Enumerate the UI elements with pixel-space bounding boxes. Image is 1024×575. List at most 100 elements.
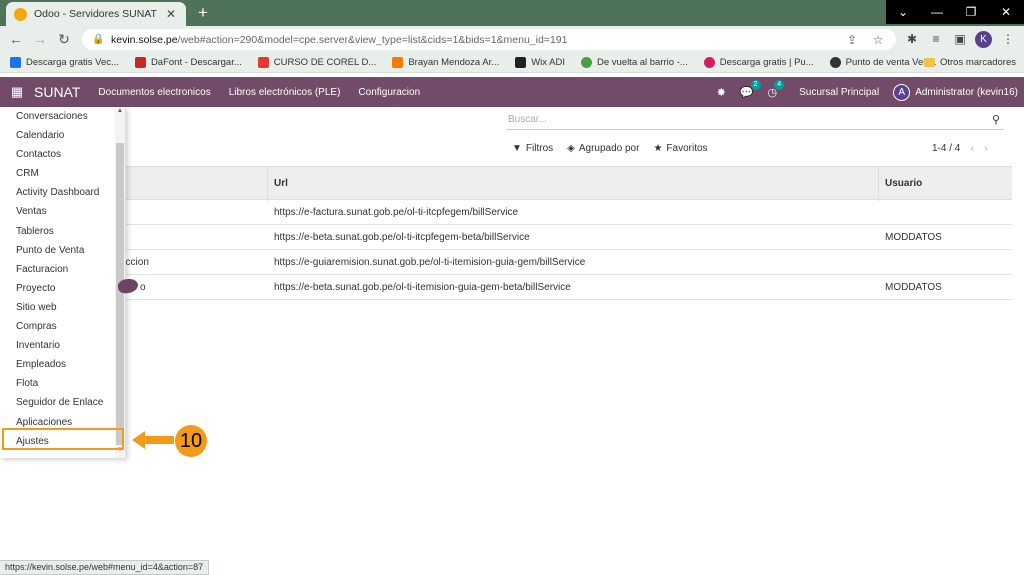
user-avatar: A: [893, 83, 911, 101]
bookmark-star-icon[interactable]: ☆: [870, 33, 886, 47]
menu-item-crm[interactable]: CRM: [0, 164, 125, 183]
bookmark-item[interactable]: Wix ADI: [515, 57, 565, 68]
odoo-navbar: ▦ SUNAT Documentos electronicos Libros e…: [0, 77, 1024, 107]
media-queue-icon[interactable]: ≡: [928, 31, 944, 47]
pager-next-icon[interactable]: ›: [984, 143, 988, 155]
back-arrow-icon[interactable]: ←: [6, 30, 26, 49]
lock-icon[interactable]: 🔒: [92, 34, 104, 45]
close-window-button[interactable]: ✕: [988, 0, 1024, 24]
reload-icon[interactable]: ↻: [54, 30, 74, 49]
debug-bug-icon[interactable]: ✸: [717, 86, 726, 99]
restore-button[interactable]: ❐: [954, 0, 988, 24]
bookmark-item[interactable]: DaFont - Descargar...: [134, 57, 242, 68]
servers-list-table: Url Usuario https://e-factura.sunat.gob.…: [0, 166, 1012, 300]
table-row[interactable]: o https://e-beta.sunat.gob.pe/ol-ti-item…: [0, 275, 1012, 300]
bookmark-item[interactable]: De vuelta al barrio -...: [580, 57, 688, 68]
column-header-url[interactable]: Url: [274, 167, 288, 201]
profile-avatar[interactable]: K: [975, 31, 992, 48]
menu-configuracion[interactable]: Configuracion: [358, 87, 420, 98]
filter-funnel-icon: ▼: [512, 143, 522, 154]
odoo-favicon-icon: [14, 7, 27, 21]
share-icon[interactable]: ⇪: [844, 33, 860, 47]
search-box[interactable]: Buscar... ⚲: [506, 110, 1004, 130]
chrome-menu-icon[interactable]: ⋮: [1000, 31, 1016, 47]
search-options: ▼ Filtros ◈ Agrupado por ★ Favoritos: [512, 143, 722, 154]
menu-documentos[interactable]: Documentos electronicos: [98, 87, 210, 98]
favorites-button[interactable]: ★ Favoritos: [653, 143, 707, 154]
bookmark-item[interactable]: Descarga gratis Vec...: [10, 57, 119, 68]
menu-item-empleados[interactable]: Empleados: [0, 355, 125, 374]
bookmark-favicon-icon: [134, 57, 146, 68]
menu-item-calendario[interactable]: Calendario: [0, 126, 125, 145]
url-text[interactable]: kevin.solse.pe/web#action=290&model=cpe.…: [111, 34, 834, 46]
apps-grid-icon[interactable]: ▦: [0, 84, 34, 100]
menu-item-conversaciones[interactable]: Conversaciones: [0, 107, 125, 126]
layers-icon: ◈: [567, 143, 575, 154]
tab-title: Odoo - Servidores SUNAT: [34, 8, 157, 20]
column-header-user[interactable]: Usuario: [885, 167, 922, 201]
menu-scrollbar-thumb[interactable]: [116, 143, 124, 445]
messages-chat-icon[interactable]: 💬 2: [740, 79, 761, 99]
search-input[interactable]: Buscar...: [506, 114, 988, 125]
new-tab-button[interactable]: +: [193, 3, 213, 23]
bookmark-favicon-icon: [829, 57, 841, 68]
menu-item-facturacion[interactable]: Facturacion: [0, 260, 125, 279]
user-menu[interactable]: A Administrator (kevin16): [893, 83, 1018, 101]
youtube-icon: [257, 57, 269, 68]
browser-tab-strip: Odoo - Servidores SUNAT ✕ + ⌄ — ❐ ✕: [0, 0, 1024, 26]
apps-dropdown-menu: Conversaciones Calendario Contactos CRM …: [0, 107, 126, 458]
menu-libros[interactable]: Libros electrónicos (PLE): [229, 87, 341, 98]
menu-item-activity-dashboard[interactable]: Activity Dashboard: [0, 183, 125, 202]
callout-arrow-icon: [132, 431, 174, 449]
menu-item-flota[interactable]: Flota: [0, 374, 125, 393]
extensions-puzzle-icon[interactable]: ✱: [904, 31, 920, 47]
menu-item-inventario[interactable]: Inventario: [0, 336, 125, 355]
filters-button[interactable]: ▼ Filtros: [512, 143, 553, 154]
bookmark-item[interactable]: Punto de venta Ven...: [829, 57, 936, 68]
table-row[interactable]: https://e-factura.sunat.gob.pe/ol-ti-itc…: [0, 200, 1012, 225]
messages-badge: 2: [750, 79, 761, 90]
search-icon[interactable]: ⚲: [988, 113, 1004, 126]
pager-previous-icon[interactable]: ‹: [970, 143, 974, 155]
group-by-button[interactable]: ◈ Agrupado por: [567, 143, 639, 154]
highlight-box: [2, 428, 124, 450]
menu-item-tableros[interactable]: Tableros: [0, 222, 125, 241]
bookmark-item[interactable]: CURSO DE COREL D...: [257, 57, 376, 68]
table-row[interactable]: https://e-beta.sunat.gob.pe/ol-ti-itcpfe…: [0, 225, 1012, 250]
address-bar[interactable]: 🔒 kevin.solse.pe/web#action=290&model=cp…: [82, 29, 896, 50]
cell-url: https://e-factura.sunat.gob.pe/ol-ti-itc…: [274, 207, 519, 218]
table-row[interactable]: uccion https://e-guiaremision.sunat.gob.…: [0, 250, 1012, 275]
menu-item-punto-de-venta[interactable]: Punto de Venta: [0, 241, 125, 260]
menu-item-sitio-web[interactable]: Sitio web: [0, 298, 125, 317]
bookmark-favicon-icon: [703, 57, 715, 68]
pager: 1-4 / 4 ‹ ›: [932, 143, 988, 155]
minimize-button[interactable]: —: [920, 0, 954, 24]
wix-icon: [515, 57, 527, 68]
app-brand[interactable]: SUNAT: [34, 84, 80, 100]
tab-search-icon[interactable]: ⌄: [886, 0, 920, 24]
status-bar-url: https://kevin.solse.pe/web#menu_id=4&act…: [0, 560, 210, 575]
bookmark-item[interactable]: Brayan Mendoza Ar...: [392, 57, 499, 68]
other-bookmarks[interactable]: Otros marcadores: [923, 57, 1016, 68]
scroll-up-arrow-icon[interactable]: ▲: [117, 108, 123, 114]
browser-tab[interactable]: Odoo - Servidores SUNAT ✕: [6, 2, 186, 26]
close-tab-icon[interactable]: ✕: [164, 7, 178, 21]
side-panel-icon[interactable]: ▣: [952, 31, 968, 47]
cell-url: https://e-beta.sunat.gob.pe/ol-ti-itemis…: [274, 282, 571, 293]
cell-url: https://e-guiaremision.sunat.gob.pe/ol-t…: [274, 257, 586, 268]
cell-url: https://e-beta.sunat.gob.pe/ol-ti-itcpfe…: [274, 232, 530, 243]
company-switcher[interactable]: Sucursal Principal: [799, 87, 879, 98]
bookmark-item[interactable]: Descarga gratis | Pu...: [703, 57, 814, 68]
menu-item-proyecto[interactable]: Proyecto: [0, 279, 125, 298]
browser-toolbar: ← → ↻ 🔒 kevin.solse.pe/web#action=290&mo…: [0, 26, 1024, 53]
menu-item-seguidor-de-enlace[interactable]: Seguidor de Enlace: [0, 393, 125, 412]
menu-item-contactos[interactable]: Contactos: [0, 145, 125, 164]
pager-value[interactable]: 1-4 / 4: [932, 143, 960, 155]
menu-item-compras[interactable]: Compras: [0, 317, 125, 336]
forward-arrow-icon[interactable]: →: [30, 30, 50, 49]
table-header: Url Usuario: [0, 166, 1012, 201]
gitlab-icon: [392, 57, 404, 68]
cell-user: MODDATOS: [885, 232, 942, 243]
activities-clock-icon[interactable]: ◷ 4: [768, 79, 785, 99]
menu-item-ventas[interactable]: Ventas: [0, 202, 125, 221]
